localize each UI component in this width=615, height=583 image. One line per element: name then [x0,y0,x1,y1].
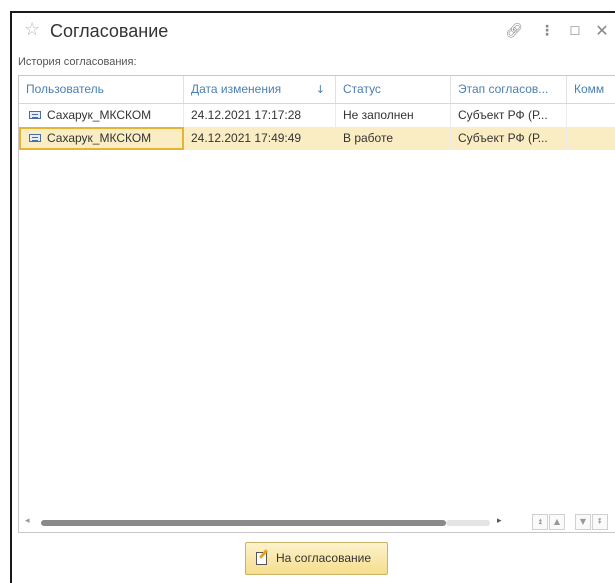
star-icon[interactable]: ☆ [24,20,40,40]
column-header-stage[interactable]: Этап согласов... [451,76,567,103]
scrollbar-track[interactable] [446,520,490,526]
user-icon [29,134,41,142]
title-bar: ☆ Согласование 🔗︎ ⋮ ☐ ✕ [12,13,615,51]
history-table[interactable]: Пользователь Дата изменения ↓ Статус Этап… [18,75,615,533]
column-header-user[interactable]: Пользователь [19,76,184,103]
cell-comment [567,127,615,150]
column-header-label: Дата изменения [191,82,282,96]
cell-user: Сахарук_МКСКОМ [19,127,184,150]
scroll-up-icon[interactable]: ▲ [549,514,565,530]
cell-user-text: Сахарук_МКСКОМ [47,131,152,145]
history-label: История согласования: [18,56,137,68]
column-header-date[interactable]: Дата изменения ↓ [184,76,336,103]
column-header-comment[interactable]: Комм [567,76,615,103]
table-row[interactable]: Сахарук_МКСКОМ 24.12.2021 17:17:28 Не за… [19,104,615,127]
cell-user: Сахарук_МКСКОМ [19,104,184,127]
column-header-label: Статус [343,82,381,96]
cell-status: Не заполнен [336,104,451,127]
scroll-to-bottom-icon[interactable]: ⏬︎ [592,514,608,530]
column-header-label: Этап согласов... [458,82,549,96]
more-icon[interactable]: ⋮ [537,21,557,41]
user-icon [29,111,41,119]
scroll-left-icon[interactable]: ◂ [25,516,30,526]
edit-document-icon [256,552,267,565]
cell-stage: Субъект РФ (Р... [451,127,567,150]
scrollbar-thumb[interactable] [41,520,446,526]
maximize-icon[interactable]: ☐ [565,21,585,41]
column-header-status[interactable]: Статус [336,76,451,103]
cell-date: 24.12.2021 17:49:49 [184,127,336,150]
sort-desc-icon: ↓ [315,83,325,96]
cell-stage: Субъект РФ (Р... [451,104,567,127]
cell-date: 24.12.2021 17:17:28 [184,104,336,127]
send-for-approval-button[interactable]: На согласование [245,542,388,575]
window-title: Согласование [50,21,169,41]
cell-comment [567,104,615,127]
table-header: Пользователь Дата изменения ↓ Статус Этап… [19,76,615,104]
approval-window: ☆ Согласование 🔗︎ ⋮ ☐ ✕ История согласов… [10,11,615,583]
cell-user-text: Сахарук_МКСКОМ [47,108,152,122]
scroll-to-top-icon[interactable]: ⏫︎ [532,514,548,530]
horizontal-scrollbar[interactable]: ◂ ▸ ⏫︎ ▲ ▼ ⏬︎ [19,514,615,532]
table-row-selected[interactable]: Сахарук_МКСКОМ 24.12.2021 17:49:49 В раб… [19,127,615,150]
cell-status: В работе [336,127,451,150]
scroll-right-icon[interactable]: ▸ [497,516,502,526]
close-icon[interactable]: ✕ [592,21,612,41]
link-icon[interactable]: 🔗︎ [504,21,524,41]
send-for-approval-label: На согласование [276,551,371,565]
column-header-label: Комм [574,82,605,96]
column-header-label: Пользователь [26,82,104,96]
scroll-down-icon[interactable]: ▼ [575,514,591,530]
